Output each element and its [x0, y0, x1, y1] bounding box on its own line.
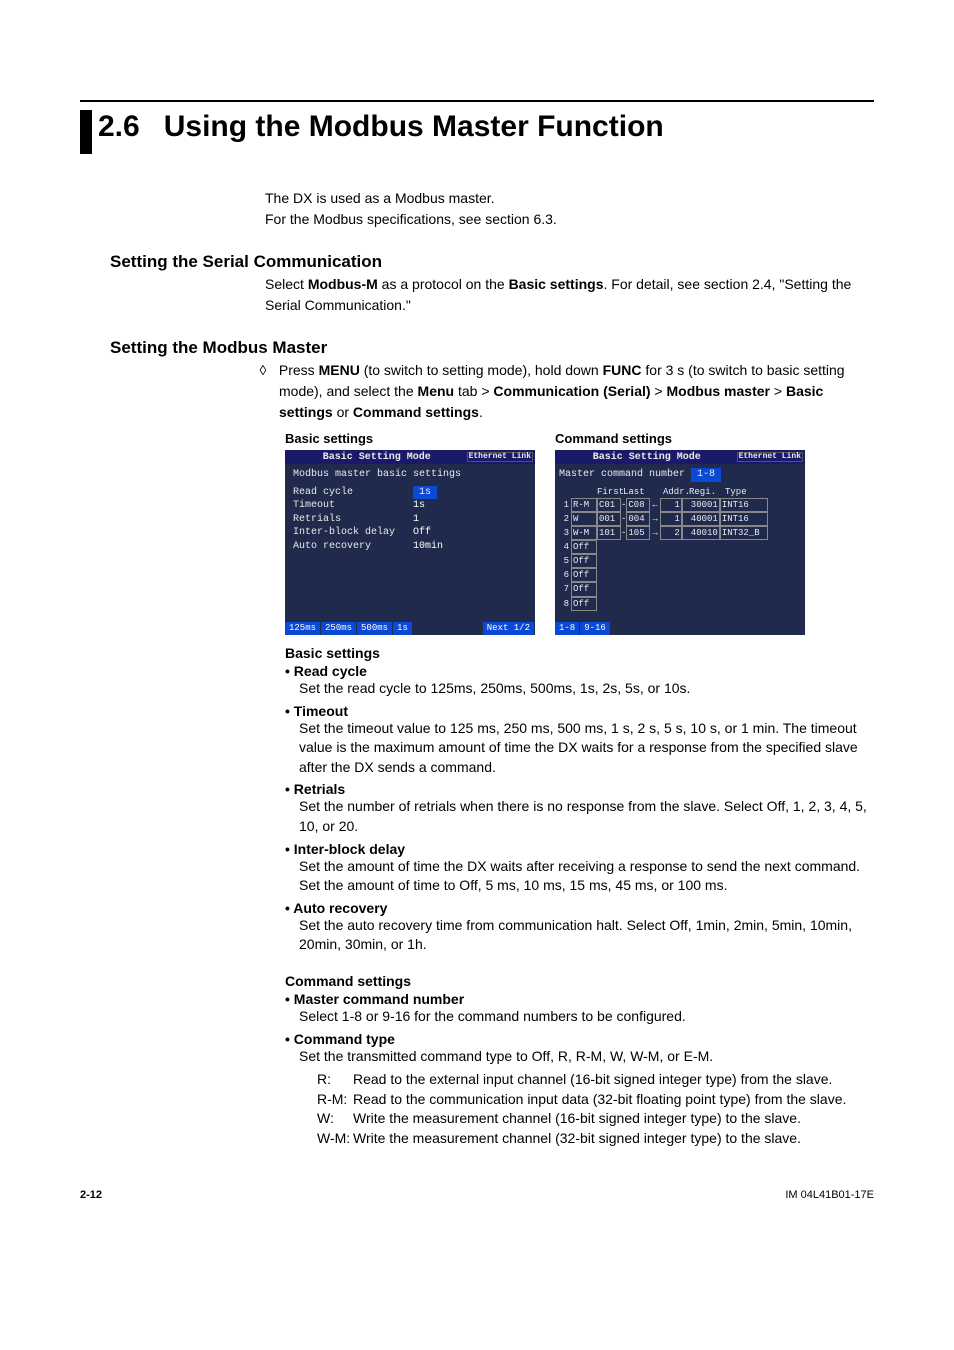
screenshot-command: Basic Setting Mode Ethernet Link Master … — [555, 450, 805, 635]
screen-title: Basic Setting Mode — [557, 452, 737, 463]
intro-line: The DX is used as a Modbus master. — [265, 188, 874, 209]
softkey: 125ms — [285, 622, 320, 635]
table-row: 6Off — [559, 568, 801, 582]
intro-line: For the Modbus specifications, see secti… — [265, 209, 874, 230]
bullet-item: Command typeSet the transmitted command … — [285, 1031, 874, 1067]
field-label: Retrials — [293, 513, 413, 527]
table-row: 5Off — [559, 554, 801, 568]
bullet-item: RetrialsSet the number of retrials when … — [285, 781, 874, 836]
screen-header: Modbus master basic settings — [293, 468, 527, 482]
type-definition: W-M:Write the measurement channel (32-bi… — [317, 1129, 874, 1149]
table-row: 2W001-004→140001INT16 — [559, 512, 801, 526]
table-row: 4Off — [559, 540, 801, 554]
field-label: Auto recovery — [293, 540, 413, 554]
subheading-serial: Setting the Serial Communication — [110, 252, 874, 272]
section-heading: Using the Modbus Master Function — [164, 110, 664, 143]
link-icon: Ethernet Link — [737, 452, 803, 462]
section-number: 2.6 — [98, 110, 140, 143]
serial-body: Select Modbus-M as a protocol on the Bas… — [265, 274, 874, 316]
section-marker — [80, 110, 92, 154]
screenshot-caption-basic: Basic settings — [285, 431, 535, 446]
content-heading-command: Command settings — [285, 973, 874, 989]
content-heading-basic: Basic settings — [285, 645, 874, 661]
softkey-next: Next 1/2 — [483, 622, 534, 635]
type-definition: R:Read to the external input channel (16… — [317, 1070, 874, 1090]
screen-header: Master command number — [559, 469, 685, 480]
doc-id: IM 04L41B01-17E — [785, 1189, 874, 1201]
subheading-master: Setting the Modbus Master — [110, 338, 874, 358]
field-value: Off — [413, 526, 431, 540]
type-definition: R-M:Read to the communication input data… — [317, 1090, 874, 1110]
screenshot-caption-command: Command settings — [555, 431, 805, 446]
bullet-item: Inter-block delaySet the amount of time … — [285, 841, 874, 896]
softkey: 1-8 — [555, 622, 579, 635]
title-rule — [80, 100, 874, 102]
screenshot-basic: Basic Setting Mode Ethernet Link Modbus … — [285, 450, 535, 635]
page-number: 2-12 — [80, 1189, 102, 1201]
bullet-item: Auto recoverySet the auto recovery time … — [285, 900, 874, 955]
field-value: 1s — [413, 486, 437, 500]
table-row: 8Off — [559, 597, 801, 611]
field-label: Read cycle — [293, 486, 413, 500]
field-value: 1s — [413, 499, 425, 513]
bullet-item: Read cycleSet the read cycle to 125ms, 2… — [285, 663, 874, 699]
table-row: 1R-MC01-C08←130001INT16 — [559, 498, 801, 512]
bullet-item: TimeoutSet the timeout value to 125 ms, … — [285, 703, 874, 778]
link-icon: Ethernet Link — [467, 452, 533, 462]
field-label: Inter-block delay — [293, 526, 413, 540]
table-row: 7Off — [559, 582, 801, 596]
softkey: 500ms — [357, 622, 392, 635]
type-definition: W:Write the measurement channel (16-bit … — [317, 1109, 874, 1129]
softkey: 1s — [393, 622, 412, 635]
field-label: Timeout — [293, 499, 413, 513]
table-row: 3W-M101-105→240010INT32_B — [559, 526, 801, 540]
field-value: 10min — [413, 540, 443, 554]
softkey: 250ms — [321, 622, 356, 635]
table-header: First Last Addr. Regi. Type — [559, 486, 801, 498]
field-value: 1 — [413, 513, 419, 527]
screen-title: Basic Setting Mode — [287, 452, 467, 463]
softkey: 9-16 — [580, 622, 610, 635]
bullet-item: Master command numberSelect 1-8 or 9-16 … — [285, 991, 874, 1027]
procedure-step: ◊ Press MENU (to switch to setting mode)… — [265, 360, 874, 423]
field-value: 1-8 — [691, 468, 721, 482]
